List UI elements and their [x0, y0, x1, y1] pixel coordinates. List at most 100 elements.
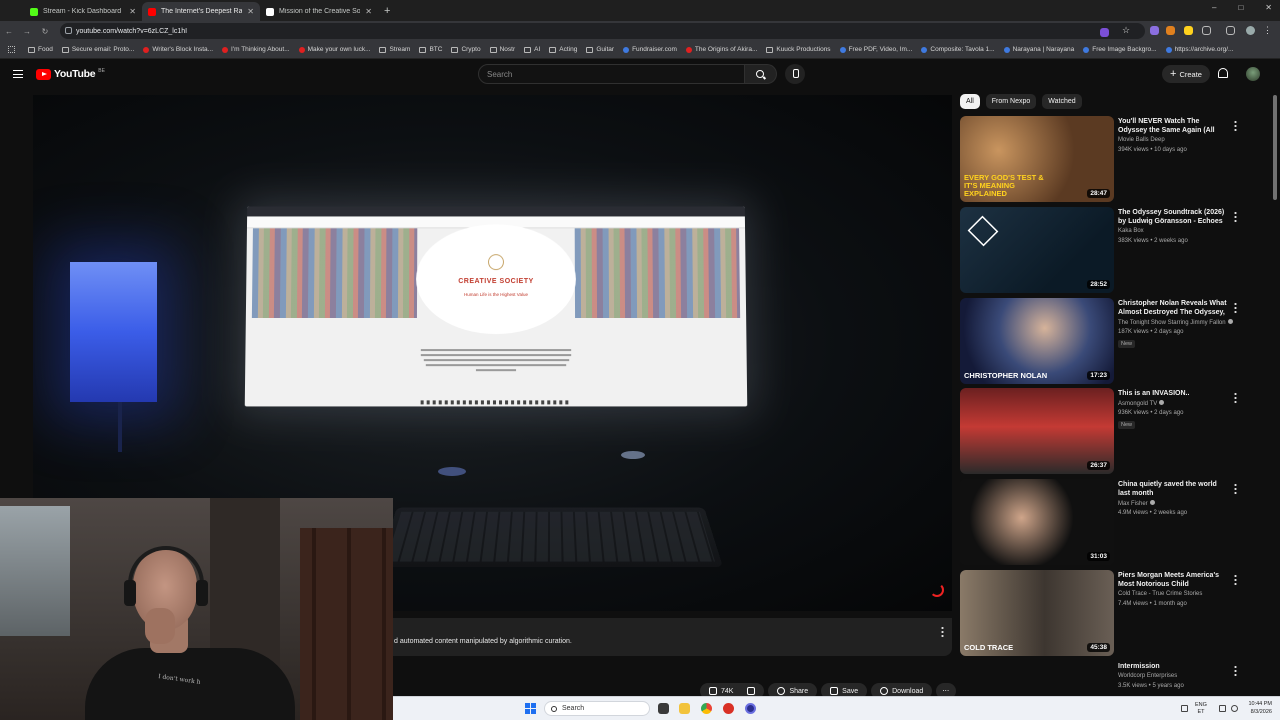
video-thumbnail[interactable]: 28:52: [960, 207, 1114, 293]
recommendation-item[interactable]: 26:37 This is an INVASION.. Asmongold TV 93…: [960, 388, 1250, 476]
browser-menu-icon[interactable]: ⋮: [1263, 25, 1272, 36]
bookmark-item[interactable]: Nostr: [489, 46, 515, 53]
menu-hamburger-icon[interactable]: [13, 70, 23, 78]
video-title[interactable]: You'll NEVER Watch The Odyssey the Same …: [1118, 117, 1230, 135]
taskbar-search[interactable]: Search: [544, 701, 650, 716]
forward-icon[interactable]: →: [18, 27, 36, 36]
filter-chip[interactable]: Watched: [1042, 94, 1082, 109]
more-options-icon[interactable]: [1234, 665, 1237, 676]
video-title[interactable]: This is an INVASION..: [1118, 389, 1230, 398]
recommendation-item[interactable]: EVERY GOD'S TEST & IT'S MEANING EXPLAINE…: [960, 116, 1250, 204]
extension-icon[interactable]: [1184, 26, 1193, 35]
bookmark-item[interactable]: Fundraiser.com: [623, 46, 677, 53]
video-thumbnail[interactable]: 31:03: [960, 479, 1114, 565]
more-options-icon[interactable]: [1234, 211, 1237, 222]
channel-name[interactable]: Asmongold TV: [1118, 400, 1165, 407]
page-scrollbar[interactable]: [1273, 95, 1277, 200]
video-title[interactable]: Intermission: [1118, 662, 1230, 671]
input-language[interactable]: ENG ET: [1195, 702, 1207, 716]
clock[interactable]: 10:44 PM 8/3/2026: [1248, 700, 1272, 716]
bookmark-item[interactable]: Food: [28, 46, 53, 53]
close-window-icon[interactable]: ✕: [1265, 3, 1272, 12]
recommendation-item[interactable]: 31:03 China quietly saved the world last …: [960, 479, 1250, 567]
video-thumbnail[interactable]: EVERY GOD'S TEST & IT'S MEANING EXPLAINE…: [960, 116, 1114, 202]
bookmark-item[interactable]: Narayana | Narayana: [1003, 46, 1074, 53]
thumbs-down-icon[interactable]: [747, 687, 756, 695]
channel-name[interactable]: Cold Trace - True Crime Stories: [1118, 591, 1202, 597]
bookmark-item[interactable]: The Origins of Akira...: [685, 46, 757, 53]
bookmark-item[interactable]: AI: [524, 46, 540, 53]
search-button[interactable]: [745, 64, 777, 84]
more-options-icon[interactable]: [1234, 120, 1237, 131]
video-title[interactable]: China quietly saved the world last month: [1118, 480, 1230, 498]
bookmark-item[interactable]: Guitar: [586, 46, 614, 53]
extensions-puzzle-icon[interactable]: [1202, 26, 1211, 35]
more-options-icon[interactable]: [1234, 483, 1237, 494]
channel-name[interactable]: Worldcorp Enterprises: [1118, 673, 1177, 679]
more-options-icon[interactable]: [1234, 392, 1237, 403]
back-icon[interactable]: ←: [0, 27, 18, 36]
more-options-icon[interactable]: [941, 626, 944, 637]
account-avatar[interactable]: [1246, 67, 1260, 81]
extension-icon[interactable]: [1166, 26, 1175, 35]
new-tab-button[interactable]: +: [378, 5, 396, 17]
bookmark-star-icon[interactable]: ☆: [1122, 25, 1130, 36]
search-input[interactable]: Search: [478, 64, 745, 84]
file-explorer-icon[interactable]: [679, 703, 690, 714]
video-title[interactable]: The Odyssey Soundtrack (2026) by Ludwig …: [1118, 208, 1230, 226]
more-options-icon[interactable]: [1234, 574, 1237, 585]
video-thumbnail[interactable]: CHRISTOPHER NOLAN 17:23: [960, 298, 1114, 384]
bookmark-item[interactable]: Free Image Backgro...: [1083, 46, 1157, 53]
notifications-bell-icon[interactable]: [1218, 68, 1228, 78]
bookmark-item[interactable]: Secure email: Proto...: [61, 46, 134, 53]
bookmark-item[interactable]: Writer's Block Insta...: [143, 46, 213, 53]
youtube-logo[interactable]: YouTube BE: [36, 68, 105, 80]
bookmark-item[interactable]: Make your own luck...: [298, 46, 370, 53]
create-button[interactable]: + Create: [1162, 65, 1210, 83]
maximize-icon[interactable]: □: [1238, 3, 1243, 12]
volume-icon[interactable]: [1231, 705, 1238, 712]
channel-name[interactable]: Max Fisher: [1118, 500, 1155, 507]
windows-start-icon[interactable]: [525, 703, 536, 714]
extension-icon[interactable]: [1100, 28, 1109, 37]
recommendation-item[interactable]: 28:52 The Odyssey Soundtrack (2026) by Lu…: [960, 207, 1250, 295]
bookmark-item[interactable]: Free PDF, Video, Im...: [839, 46, 912, 53]
bookmark-item[interactable]: Acting: [549, 46, 577, 53]
browser-tab[interactable]: Mission of the Creative Society ✕: [260, 2, 378, 21]
bookmark-item[interactable]: Crypto: [451, 46, 481, 53]
browser-tab[interactable]: Stream - Kick Dashboard ✕: [24, 2, 142, 21]
extension-icon[interactable]: [1150, 26, 1159, 35]
video-title[interactable]: Piers Morgan Meets America's Most Notori…: [1118, 571, 1230, 589]
site-info-icon[interactable]: [65, 27, 72, 34]
recommendation-item[interactable]: COLD TRACE 45:38 Piers Morgan Meets Americ…: [960, 570, 1250, 658]
network-icon[interactable]: [1219, 705, 1226, 712]
bookmark-item[interactable]: Kuuck Productions: [766, 46, 831, 53]
side-panel-icon[interactable]: [1226, 26, 1235, 35]
recording-app-icon[interactable]: [723, 703, 734, 714]
channel-name[interactable]: Kaka Box: [1118, 228, 1144, 234]
voice-search-mic-icon[interactable]: [785, 64, 805, 84]
recommendation-item[interactable]: CHRISTOPHER NOLAN 17:23 Christopher Nolan …: [960, 298, 1250, 386]
close-tab-icon[interactable]: ✕: [247, 7, 254, 16]
tray-chevron-icon[interactable]: [1181, 705, 1188, 712]
video-thumbnail[interactable]: 26:37: [960, 388, 1114, 474]
browser-tab[interactable]: The Internet's Deepest Rab ✕: [142, 2, 260, 21]
apps-grid-icon[interactable]: [8, 46, 15, 53]
close-tab-icon[interactable]: ✕: [365, 7, 372, 16]
channel-name[interactable]: The Tonight Show Starring Jimmy Fallon: [1118, 319, 1233, 326]
obs-icon[interactable]: [745, 703, 756, 714]
filter-chip[interactable]: All: [960, 94, 980, 109]
video-title[interactable]: Christopher Nolan Reveals What Almost De…: [1118, 299, 1230, 317]
bookmark-item[interactable]: https://archive.org/...: [1165, 46, 1233, 53]
bookmark-item[interactable]: BTC: [419, 46, 442, 53]
bookmark-item[interactable]: Stream: [379, 46, 410, 53]
bookmark-item[interactable]: Composite: Tavola 1...: [921, 46, 995, 53]
filter-chip[interactable]: From Nexpo: [985, 94, 1037, 109]
profile-icon[interactable]: [1246, 26, 1255, 35]
bookmark-item[interactable]: I'm Thinking About...: [222, 46, 290, 53]
url-bar[interactable]: youtube.com/watch?v=6zLCZ_lc1hI ☆: [60, 23, 1145, 39]
close-tab-icon[interactable]: ✕: [129, 7, 136, 16]
minimize-icon[interactable]: –: [1212, 3, 1216, 12]
task-view-icon[interactable]: [658, 703, 669, 714]
video-thumbnail[interactable]: COLD TRACE 45:38: [960, 570, 1114, 656]
